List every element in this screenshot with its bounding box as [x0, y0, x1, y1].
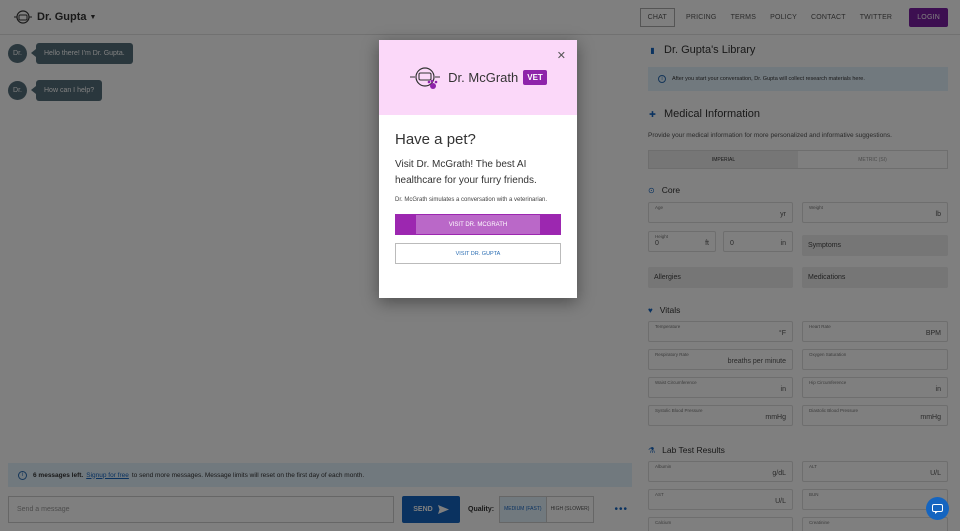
mcgrath-logo-name: Dr. McGrath	[448, 70, 519, 85]
chat-support-icon[interactable]	[926, 497, 949, 520]
pet-doctor-logo-icon	[410, 66, 441, 89]
promo-modal: Dr. McGrath VET ✕ Have a pet? Visit Dr. …	[379, 40, 577, 298]
modal-body: Have a pet? Visit Dr. McGrath! The best …	[379, 115, 577, 265]
visit-gupta-button[interactable]: VISIT DR. GUPTA	[395, 243, 561, 265]
visit-mcgrath-label: VISIT DR. MCGRATH	[448, 221, 508, 228]
visit-mcgrath-button[interactable]: VISIT DR. MCGRATH	[395, 214, 561, 236]
vet-badge: VET	[523, 70, 547, 85]
mcgrath-logo: Dr. McGrath VET	[409, 65, 547, 91]
modal-note: Dr. McGrath simulates a conversation wit…	[395, 197, 548, 203]
modal-title: Have a pet?	[395, 131, 476, 148]
close-icon[interactable]: ✕	[557, 49, 566, 62]
modal-text: Visit Dr. McGrath! The best AI healthcar…	[395, 159, 537, 186]
modal-header: Dr. McGrath VET ✕	[379, 40, 577, 115]
